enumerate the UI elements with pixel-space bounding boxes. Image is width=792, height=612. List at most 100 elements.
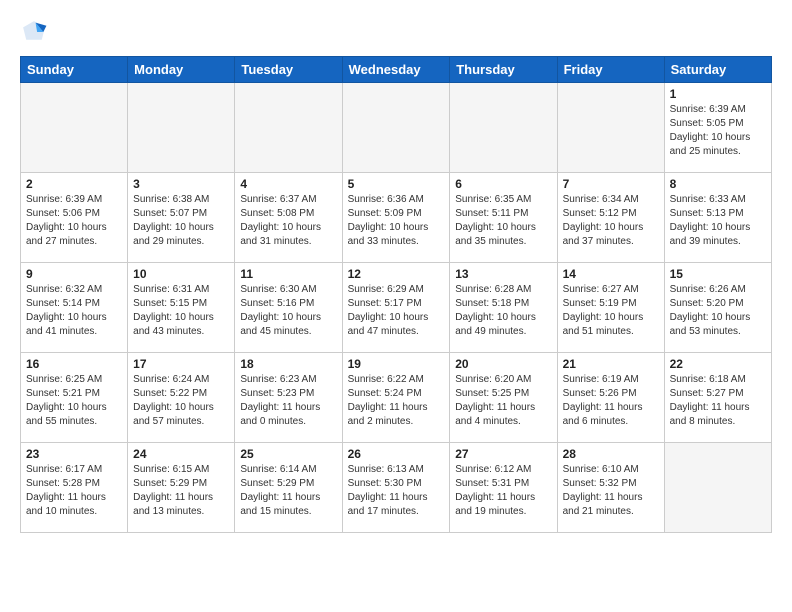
- calendar-week-2: 2Sunrise: 6:39 AM Sunset: 5:06 PM Daylig…: [21, 173, 772, 263]
- day-number: 10: [133, 267, 229, 281]
- day-info: Sunrise: 6:33 AM Sunset: 5:13 PM Dayligh…: [670, 193, 766, 249]
- day-info: Sunrise: 6:32 AM Sunset: 5:14 PM Dayligh…: [26, 283, 122, 339]
- day-number: 23: [26, 447, 122, 461]
- calendar-cell: [128, 83, 235, 173]
- calendar-cell: 28Sunrise: 6:10 AM Sunset: 5:32 PM Dayli…: [557, 443, 664, 533]
- calendar-cell: 18 Sunrise: 6:23 AM Sunset: 5:23 PM Dayli…: [235, 353, 342, 443]
- day-info: Sunrise: 6:17 AM Sunset: 5:28 PM Dayligh…: [26, 463, 122, 519]
- calendar-week-3: 9 Sunrise: 6:32 AM Sunset: 5:14 PM Daylig…: [21, 263, 772, 353]
- weekday-friday: Friday: [557, 57, 664, 83]
- calendar-cell: 15Sunrise: 6:26 AM Sunset: 5:20 PM Dayli…: [664, 263, 771, 353]
- weekday-header-row: SundayMondayTuesdayWednesdayThursdayFrid…: [21, 57, 772, 83]
- day-number: 24: [133, 447, 229, 461]
- day-info: Sunrise: 6:29 AM Sunset: 5:17 PM Dayligh…: [348, 283, 445, 339]
- day-info: Sunrise: 6:15 AM Sunset: 5:29 PM Dayligh…: [133, 463, 229, 519]
- calendar-cell: [21, 83, 128, 173]
- calendar-week-5: 23 Sunrise: 6:17 AM Sunset: 5:28 PM Dayli…: [21, 443, 772, 533]
- calendar-cell: 4 Sunrise: 6:37 AM Sunset: 5:08 PM Daylig…: [235, 173, 342, 263]
- day-number: 7: [563, 177, 659, 191]
- calendar-week-1: 1 Sunrise: 6:39 AM Sunset: 5:05 PM Daylig…: [21, 83, 772, 173]
- day-number: 4: [240, 177, 336, 191]
- day-number: 3: [133, 177, 229, 191]
- day-number: 8: [670, 177, 766, 191]
- calendar-cell: [664, 443, 771, 533]
- calendar-cell: 10 Sunrise: 6:31 AM Sunset: 5:15 PM Dayli…: [128, 263, 235, 353]
- day-info: Sunrise: 6:13 AM Sunset: 5:30 PM Dayligh…: [348, 463, 445, 519]
- weekday-tuesday: Tuesday: [235, 57, 342, 83]
- day-info: Sunrise: 6:24 AM Sunset: 5:22 PM Dayligh…: [133, 373, 229, 429]
- day-number: 21: [563, 357, 659, 371]
- day-info: Sunrise: 6:27 AM Sunset: 5:19 PM Dayligh…: [563, 283, 659, 339]
- day-number: 27: [455, 447, 551, 461]
- calendar-cell: [450, 83, 557, 173]
- day-info: Sunrise: 6:39 AM Sunset: 5:05 PM Dayligh…: [670, 103, 766, 159]
- calendar-cell: 16Sunrise: 6:25 AM Sunset: 5:21 PM Dayli…: [21, 353, 128, 443]
- calendar-cell: 27 Sunrise: 6:12 AM Sunset: 5:31 PM Dayli…: [450, 443, 557, 533]
- calendar-cell: [342, 83, 450, 173]
- calendar: SundayMondayTuesdayWednesdayThursdayFrid…: [20, 56, 772, 533]
- day-number: 13: [455, 267, 551, 281]
- calendar-cell: 26 Sunrise: 6:13 AM Sunset: 5:30 PM Dayli…: [342, 443, 450, 533]
- day-number: 20: [455, 357, 551, 371]
- calendar-cell: 20 Sunrise: 6:20 AM Sunset: 5:25 PM Dayli…: [450, 353, 557, 443]
- day-info: Sunrise: 6:30 AM Sunset: 5:16 PM Dayligh…: [240, 283, 336, 339]
- page: SundayMondayTuesdayWednesdayThursdayFrid…: [0, 0, 792, 547]
- day-number: 22: [670, 357, 766, 371]
- day-number: 14: [563, 267, 659, 281]
- day-info: Sunrise: 6:20 AM Sunset: 5:25 PM Dayligh…: [455, 373, 551, 429]
- day-number: 28: [563, 447, 659, 461]
- header: [20, 18, 772, 46]
- calendar-cell: [235, 83, 342, 173]
- calendar-cell: 22 Sunrise: 6:18 AM Sunset: 5:27 PM Dayli…: [664, 353, 771, 443]
- day-number: 6: [455, 177, 551, 191]
- weekday-monday: Monday: [128, 57, 235, 83]
- day-info: Sunrise: 6:22 AM Sunset: 5:24 PM Dayligh…: [348, 373, 445, 429]
- weekday-wednesday: Wednesday: [342, 57, 450, 83]
- calendar-cell: 1 Sunrise: 6:39 AM Sunset: 5:05 PM Daylig…: [664, 83, 771, 173]
- calendar-cell: 14 Sunrise: 6:27 AM Sunset: 5:19 PM Dayli…: [557, 263, 664, 353]
- day-info: Sunrise: 6:23 AM Sunset: 5:23 PM Dayligh…: [240, 373, 336, 429]
- day-number: 25: [240, 447, 336, 461]
- calendar-cell: 7 Sunrise: 6:34 AM Sunset: 5:12 PM Daylig…: [557, 173, 664, 263]
- day-info: Sunrise: 6:34 AM Sunset: 5:12 PM Dayligh…: [563, 193, 659, 249]
- day-number: 17: [133, 357, 229, 371]
- weekday-thursday: Thursday: [450, 57, 557, 83]
- day-info: Sunrise: 6:36 AM Sunset: 5:09 PM Dayligh…: [348, 193, 445, 249]
- calendar-cell: 2Sunrise: 6:39 AM Sunset: 5:06 PM Daylig…: [21, 173, 128, 263]
- day-info: Sunrise: 6:25 AM Sunset: 5:21 PM Dayligh…: [26, 373, 122, 429]
- logo: [20, 18, 52, 46]
- calendar-cell: 11 Sunrise: 6:30 AM Sunset: 5:16 PM Dayli…: [235, 263, 342, 353]
- day-info: Sunrise: 6:12 AM Sunset: 5:31 PM Dayligh…: [455, 463, 551, 519]
- day-info: Sunrise: 6:19 AM Sunset: 5:26 PM Dayligh…: [563, 373, 659, 429]
- day-number: 11: [240, 267, 336, 281]
- day-info: Sunrise: 6:14 AM Sunset: 5:29 PM Dayligh…: [240, 463, 336, 519]
- calendar-cell: 17 Sunrise: 6:24 AM Sunset: 5:22 PM Dayli…: [128, 353, 235, 443]
- calendar-cell: 9 Sunrise: 6:32 AM Sunset: 5:14 PM Daylig…: [21, 263, 128, 353]
- calendar-cell: 21 Sunrise: 6:19 AM Sunset: 5:26 PM Dayli…: [557, 353, 664, 443]
- day-info: Sunrise: 6:37 AM Sunset: 5:08 PM Dayligh…: [240, 193, 336, 249]
- day-number: 1: [670, 87, 766, 101]
- day-number: 19: [348, 357, 445, 371]
- calendar-cell: 5 Sunrise: 6:36 AM Sunset: 5:09 PM Daylig…: [342, 173, 450, 263]
- day-number: 2: [26, 177, 122, 191]
- day-info: Sunrise: 6:18 AM Sunset: 5:27 PM Dayligh…: [670, 373, 766, 429]
- calendar-cell: 8 Sunrise: 6:33 AM Sunset: 5:13 PM Daylig…: [664, 173, 771, 263]
- logo-icon: [20, 18, 48, 46]
- calendar-cell: 6 Sunrise: 6:35 AM Sunset: 5:11 PM Daylig…: [450, 173, 557, 263]
- day-info: Sunrise: 6:35 AM Sunset: 5:11 PM Dayligh…: [455, 193, 551, 249]
- calendar-header: SundayMondayTuesdayWednesdayThursdayFrid…: [21, 57, 772, 83]
- day-number: 5: [348, 177, 445, 191]
- day-number: 18: [240, 357, 336, 371]
- weekday-sunday: Sunday: [21, 57, 128, 83]
- day-number: 9: [26, 267, 122, 281]
- calendar-cell: 23 Sunrise: 6:17 AM Sunset: 5:28 PM Dayli…: [21, 443, 128, 533]
- day-info: Sunrise: 6:31 AM Sunset: 5:15 PM Dayligh…: [133, 283, 229, 339]
- calendar-cell: [557, 83, 664, 173]
- calendar-cell: 19 Sunrise: 6:22 AM Sunset: 5:24 PM Dayli…: [342, 353, 450, 443]
- calendar-body: 1 Sunrise: 6:39 AM Sunset: 5:05 PM Daylig…: [21, 83, 772, 533]
- day-number: 26: [348, 447, 445, 461]
- day-info: Sunrise: 6:28 AM Sunset: 5:18 PM Dayligh…: [455, 283, 551, 339]
- day-info: Sunrise: 6:26 AM Sunset: 5:20 PM Dayligh…: [670, 283, 766, 339]
- calendar-cell: 24 Sunrise: 6:15 AM Sunset: 5:29 PM Dayli…: [128, 443, 235, 533]
- calendar-cell: 25 Sunrise: 6:14 AM Sunset: 5:29 PM Dayli…: [235, 443, 342, 533]
